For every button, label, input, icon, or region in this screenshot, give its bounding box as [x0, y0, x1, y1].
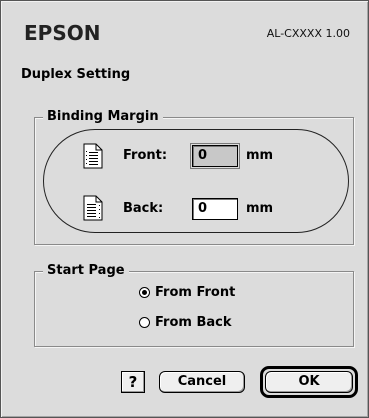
duplex-setting-dialog: EPSON AL-CXXXX 1.00 Duplex Setting Bindi… [0, 0, 369, 418]
start-page-group: Start Page [34, 263, 354, 347]
start-page-label: Start Page [43, 263, 129, 279]
binding-margin-label: Binding Margin [43, 109, 163, 125]
epson-logo: EPSON [24, 21, 101, 45]
radio-from-front-label: From Front [155, 285, 236, 300]
radio-from-back[interactable]: From Back [139, 315, 232, 330]
radio-from-front[interactable]: From Front [139, 285, 235, 300]
back-margin-input[interactable]: 0 [192, 198, 238, 220]
printer-model-version: AL-CXXXX 1.00 [266, 27, 350, 40]
back-label: Back: [123, 201, 164, 216]
radio-button-selected[interactable] [139, 287, 150, 298]
dialog-header: EPSON AL-CXXXX 1.00 [24, 21, 350, 45]
front-label: Front: [123, 148, 168, 163]
help-button[interactable]: ? [121, 371, 145, 393]
dialog-title: Duplex Setting [21, 67, 131, 82]
cancel-button[interactable]: Cancel [159, 371, 245, 393]
back-unit-label: mm [246, 201, 274, 216]
front-unit-label: mm [246, 148, 274, 163]
ok-button[interactable]: OK [265, 371, 353, 393]
page-binding-left-icon [83, 143, 103, 169]
radio-from-back-label: From Back [155, 315, 232, 330]
front-margin-input[interactable]: 0 [190, 143, 240, 169]
radio-button-unselected[interactable] [139, 317, 150, 328]
page-binding-right-icon [83, 195, 103, 221]
